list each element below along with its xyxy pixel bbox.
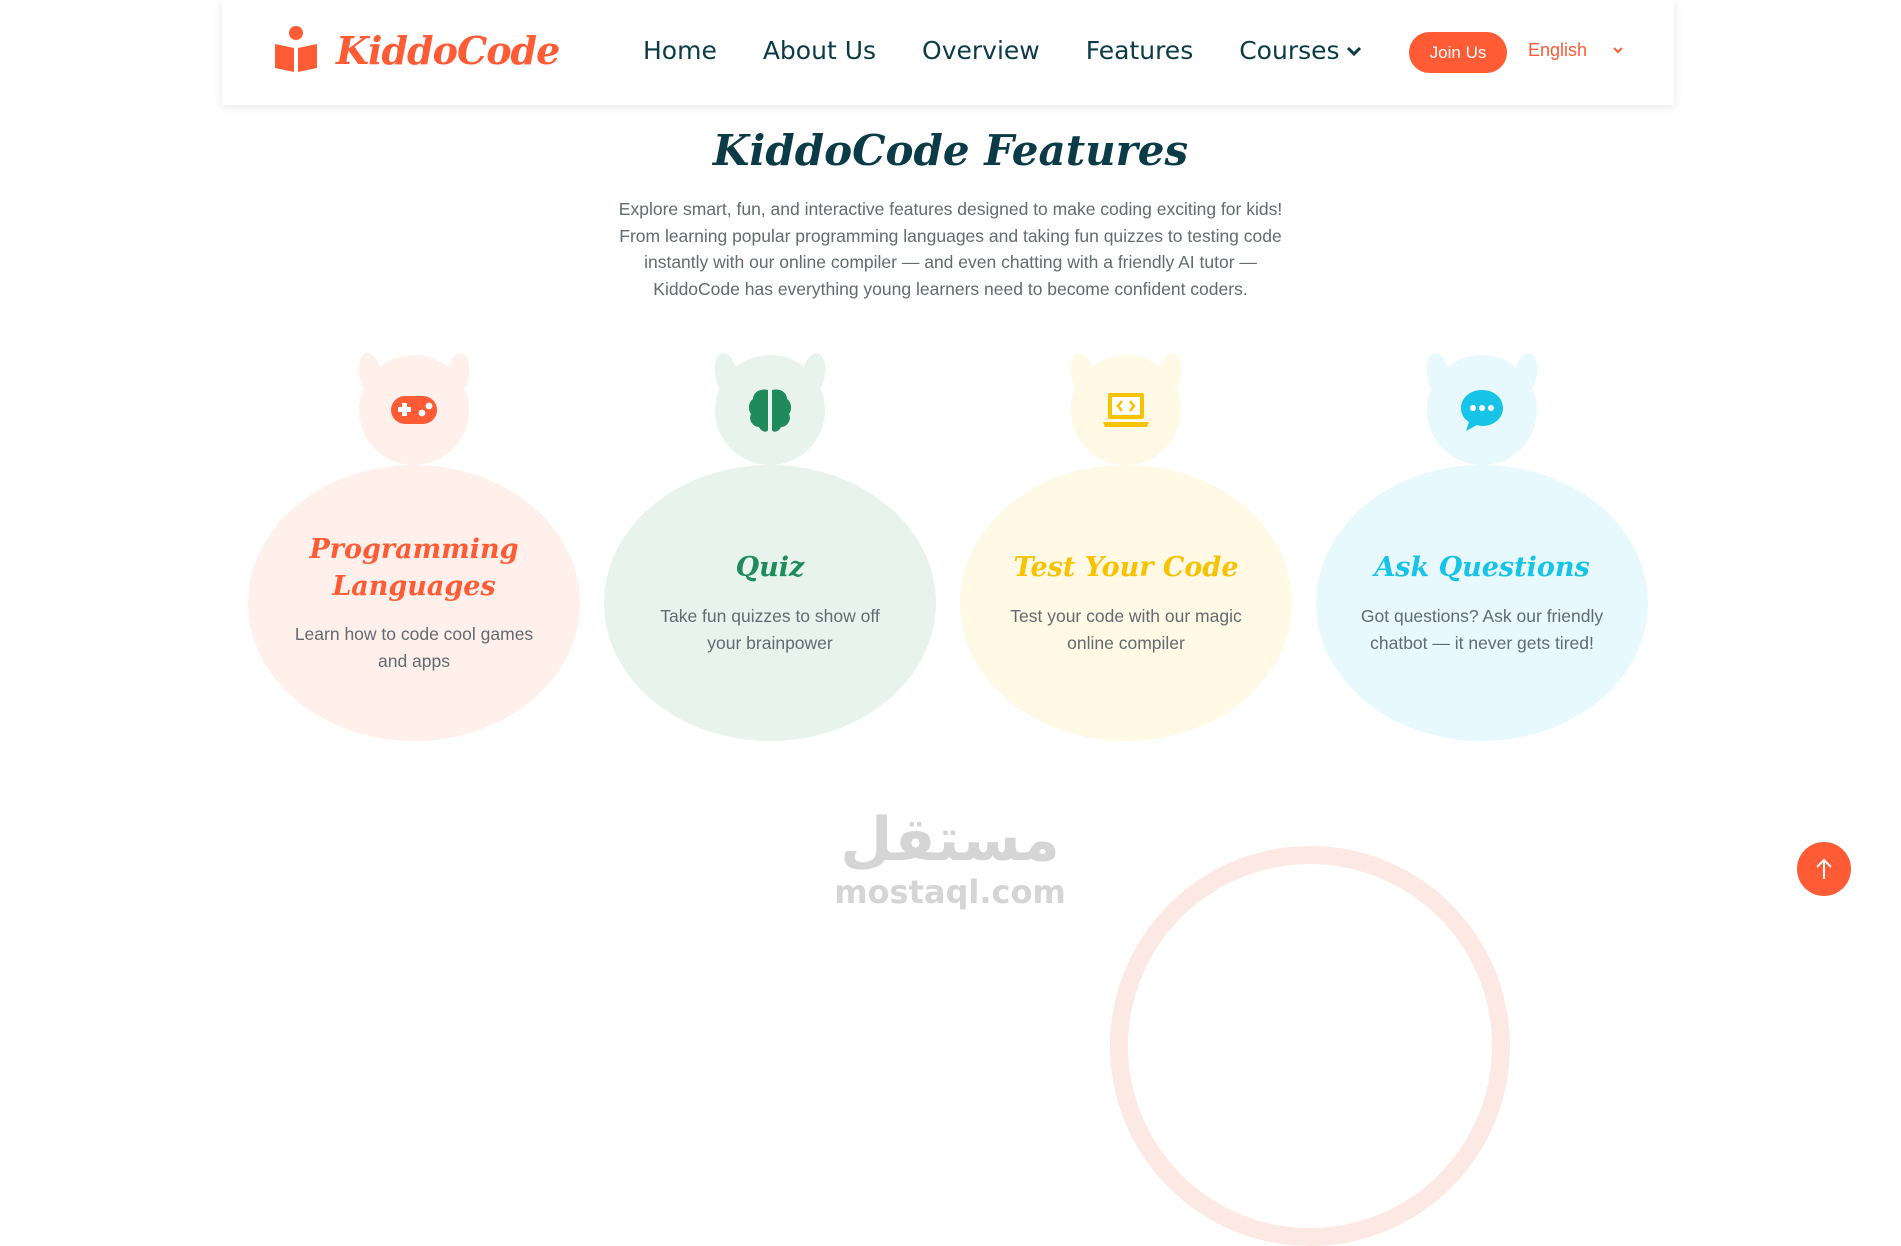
feature-card-quiz[interactable]: Quiz Take fun quizzes to show off your b… bbox=[604, 351, 936, 741]
section-title: KiddoCode Features bbox=[712, 126, 1189, 175]
feature-text: Take fun quizzes to show off your brainp… bbox=[660, 606, 880, 653]
language-select[interactable]: English bbox=[1528, 40, 1624, 61]
reading-kid-icon bbox=[275, 26, 317, 72]
chevron-down-icon bbox=[1346, 46, 1361, 56]
join-us-button[interactable]: Join Us bbox=[1409, 32, 1507, 73]
feature-icon-head bbox=[1423, 351, 1541, 465]
feature-title: Programming Languages bbox=[309, 534, 519, 602]
feature-icon-head bbox=[1067, 351, 1185, 465]
feature-text: Test your code with our magic online com… bbox=[1010, 606, 1242, 653]
ear-right bbox=[799, 351, 829, 395]
chevron-down-icon bbox=[1613, 47, 1623, 54]
watermark-arabic: مستقل bbox=[840, 805, 1060, 875]
scroll-to-top-button[interactable] bbox=[1797, 842, 1851, 896]
background-decoration-circle bbox=[1110, 846, 1510, 1246]
feature-icon-head bbox=[355, 351, 473, 465]
ear-right bbox=[443, 351, 473, 395]
arrow-up-icon bbox=[1816, 858, 1832, 879]
nav-courses[interactable]: Courses bbox=[1239, 36, 1361, 65]
language-label: English bbox=[1528, 40, 1588, 60]
brand-name: KiddoCode bbox=[336, 27, 560, 73]
watermark: مستقل mostaql.com bbox=[830, 805, 1070, 909]
feature-icon-head bbox=[711, 351, 829, 465]
feature-card-ask-questions[interactable]: Ask Questions Got questions? Ask our fri… bbox=[1316, 351, 1648, 741]
nav-menu: Home About Us Overview Features Courses bbox=[643, 36, 1408, 65]
feature-title: Test Your Code bbox=[1013, 552, 1239, 583]
watermark-latin: mostaql.com bbox=[834, 873, 1066, 911]
brain-icon bbox=[748, 389, 792, 432]
gamepad-icon bbox=[391, 396, 437, 424]
ear-left bbox=[1067, 351, 1097, 395]
navbar: KiddoCode Home About Us Overview Feature… bbox=[222, 0, 1674, 105]
chat-bubble-icon bbox=[1461, 390, 1503, 431]
nav-home[interactable]: Home bbox=[643, 36, 717, 65]
brand-logo[interactable]: KiddoCode bbox=[273, 26, 560, 74]
nav-overview[interactable]: Overview bbox=[922, 36, 1040, 65]
nav-courses-label: Courses bbox=[1239, 36, 1340, 65]
ear-left bbox=[711, 351, 741, 395]
ear-left bbox=[355, 351, 385, 395]
nav-features[interactable]: Features bbox=[1086, 36, 1194, 65]
feature-card-programming-languages[interactable]: Programming Languages Learn how to code … bbox=[248, 351, 580, 741]
feature-title: Ask Questions bbox=[1374, 552, 1590, 583]
section-description: Explore smart, fun, and interactive feat… bbox=[618, 199, 1283, 299]
feature-text: Got questions? Ask our friendly chatbot … bbox=[1360, 606, 1604, 653]
ear-left bbox=[1423, 351, 1453, 395]
feature-card-test-your-code[interactable]: Test Your Code Test your code with our m… bbox=[960, 351, 1292, 741]
feature-title: Quiz bbox=[735, 552, 805, 583]
feature-text: Learn how to code cool games and apps bbox=[294, 624, 534, 671]
nav-about-us[interactable]: About Us bbox=[763, 36, 876, 65]
ear-right bbox=[1155, 351, 1185, 395]
laptop-code-icon bbox=[1103, 393, 1149, 427]
ear-right bbox=[1511, 351, 1541, 395]
